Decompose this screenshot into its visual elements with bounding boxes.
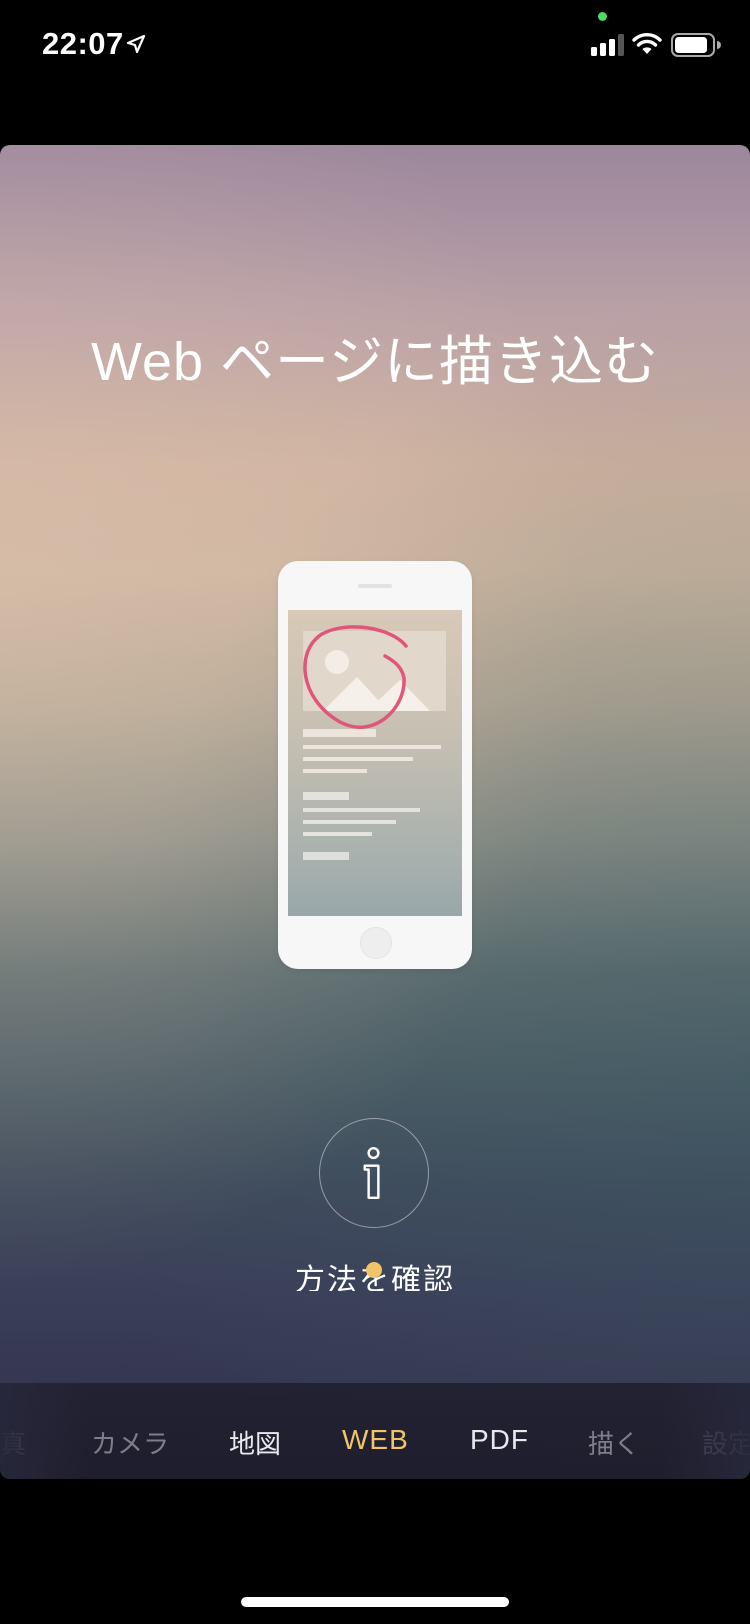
- tab-partial-left[interactable]: 真: [0, 1424, 26, 1461]
- status-bar: 22:07: [0, 0, 750, 90]
- phone-illustration: [278, 561, 472, 969]
- active-tab-indicator: [366, 1262, 382, 1278]
- app-screen: 22:07 Web ページに描き込む 真 カメラ 地図 WEB PDF 描く 設…: [0, 0, 750, 1624]
- tab-draw[interactable]: 描く: [588, 1424, 640, 1461]
- status-time: 22:07: [42, 26, 124, 61]
- phone-screen: [288, 610, 462, 916]
- text-line: [303, 769, 367, 773]
- info-icon: [363, 1146, 380, 1200]
- feature-card: Web ページに描き込む 真 カメラ 地図 WEB PDF 描く 設定: [0, 145, 750, 1479]
- text-line: [303, 729, 376, 737]
- location-arrow-icon: [126, 34, 146, 54]
- battery-icon: [671, 33, 721, 57]
- tab-map[interactable]: 地図: [229, 1424, 281, 1461]
- text-line: [303, 745, 441, 749]
- phone-speaker: [358, 584, 392, 588]
- text-line: [303, 820, 396, 824]
- sun-shape: [325, 650, 349, 674]
- page-title: Web ページに描き込む: [91, 332, 659, 392]
- text-line: [303, 757, 413, 761]
- text-line: [303, 832, 372, 836]
- mode-tab-bar: 真 カメラ 地図 WEB PDF 描く 設定: [0, 1383, 750, 1479]
- text-line: [303, 808, 420, 812]
- text-line: [303, 792, 349, 800]
- home-indicator[interactable]: [241, 1597, 509, 1607]
- tab-pdf[interactable]: PDF: [470, 1424, 529, 1456]
- tab-camera[interactable]: カメラ: [91, 1424, 169, 1461]
- how-to-button[interactable]: [319, 1118, 429, 1228]
- cellular-signal-icon: [591, 34, 624, 56]
- text-line: [303, 852, 349, 860]
- tab-web[interactable]: WEB: [342, 1424, 409, 1456]
- camera-indicator-dot: [598, 12, 607, 21]
- tab-settings[interactable]: 設定: [702, 1424, 750, 1461]
- wifi-icon: [632, 33, 662, 54]
- webpage-mockup: [303, 625, 446, 860]
- phone-home-button: [360, 927, 392, 959]
